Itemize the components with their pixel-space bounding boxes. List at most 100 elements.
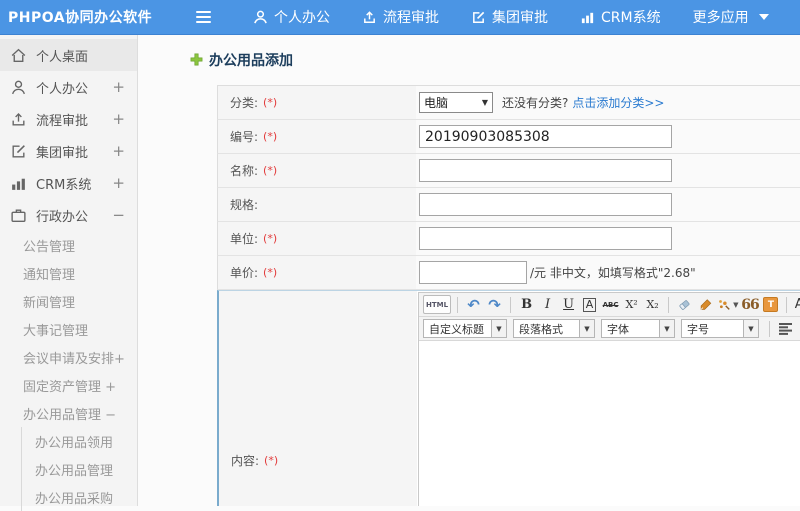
format-brush-icon[interactable] [696,295,715,314]
topnav-group-approval[interactable]: 集团审批 [471,7,548,27]
expand-toggle[interactable]: + [112,78,125,96]
home-icon [10,47,27,64]
app-logo: PHPOA协同办公软件 [8,7,160,27]
underline-button[interactable]: U [559,295,578,314]
sidebar-subsubitem-supplies-claim[interactable]: 办公用品领用 [22,427,137,455]
sidebar-subitem-meeting[interactable]: 会议申请及安排+ [0,343,137,371]
select-caret-icon: ▼ [482,98,488,107]
sidebar-item-label: 个人桌面 [36,46,125,65]
sidebar-item-crm[interactable]: CRM系统 + [0,167,137,199]
unit-label-cell: 单位: (*) [218,222,416,255]
editor-content-area[interactable] [419,341,800,506]
italic-button[interactable]: I [538,295,557,314]
category-select-value: 电脑 [424,94,448,111]
form-row-price: 单价: (*) /元 非中文，如填写格式"2.68" [217,256,800,290]
expand-toggle[interactable]: − [112,206,125,224]
number-input[interactable] [419,125,672,148]
bar-chart-icon [10,175,27,192]
spec-input[interactable] [419,193,672,216]
sidebar-subitem-events[interactable]: 大事记管理 [0,315,137,343]
category-value-cell: 电脑 ▼ 还没有分类? 点击添加分类>> [416,86,800,119]
redo-icon[interactable]: ↷ [485,295,504,314]
editor-toolbar-row1: HTML ↶ ↷ B I U A ABC X² X₂ [419,293,800,317]
topnav-crm[interactable]: CRM系统 [580,7,661,27]
subitem-label: 固定资产管理 + [23,376,116,395]
editor-toolbar-row2: 自定义标题 ▼ 段落格式 ▼ 字体 ▼ 字号 ▼ [419,317,800,341]
sidebar-subsubitem-supplies-manage[interactable]: 办公用品管理 [22,455,137,483]
paragraph-format-select[interactable]: 段落格式 ▼ [513,319,595,338]
select-caret-icon: ▼ [743,320,758,337]
form-row-content: 内容: (*) HTML ↶ ↷ B I U A [217,290,800,506]
category-select[interactable]: 电脑 ▼ [419,92,493,113]
custom-heading-select[interactable]: 自定义标题 ▼ [423,319,507,338]
eraser-icon[interactable] [675,295,694,314]
expand-toggle[interactable]: + [112,174,125,192]
sidebar-subitem-office-supplies[interactable]: 办公用品管理 − [0,399,137,427]
toolbar-separator [510,297,511,313]
price-input[interactable] [419,261,527,284]
sidebar-item-process-approval[interactable]: 流程审批 + [0,103,137,135]
subscript-button[interactable]: X₂ [643,295,662,314]
price-suffix: /元 非中文，如填写格式"2.68" [530,264,696,281]
font-family-select[interactable]: 字体 ▼ [601,319,675,338]
flow-icon [10,111,27,128]
name-label-cell: 名称: (*) [218,154,416,187]
bar-chart-icon [580,10,595,25]
topnav-process-approval[interactable]: 流程审批 [362,7,439,27]
number-value-cell [416,120,800,153]
select-caret-icon: ▼ [579,320,594,337]
html-source-button[interactable]: HTML [423,295,451,314]
briefcase-icon [10,207,27,224]
topnav-more-apps[interactable]: 更多应用 [693,7,769,27]
blockquote-button[interactable]: 66 [740,295,759,314]
field-label: 单位: [230,230,258,247]
toolbar-separator [786,297,787,313]
field-label: 名称: [230,162,258,179]
sidebar-item-personal-desktop[interactable]: 个人桌面 [0,39,137,71]
supplies-add-form: 分类: (*) 电脑 ▼ 还没有分类? 点击添加分类>> 编号: (*) [217,85,800,506]
sidebar-item-group-approval[interactable]: 集团审批 + [0,135,137,167]
font-color-button[interactable]: A ▼ [793,295,800,314]
toolbar-separator [457,297,458,313]
field-label: 分类: [230,94,258,111]
field-label: 单价: [230,264,258,281]
spray-color-icon[interactable]: ▼ [717,295,738,314]
strikethrough-button[interactable]: ABC [601,295,620,314]
topnav-personal-office[interactable]: 个人办公 [253,7,330,27]
sidebar-item-admin-office[interactable]: 行政办公 − [0,199,137,231]
unit-input[interactable] [419,227,672,250]
expand-toggle[interactable]: + [112,110,125,128]
paste-as-text-icon[interactable]: T [761,295,780,314]
spec-value-cell [416,188,800,221]
name-input[interactable] [419,159,672,182]
hamburger-menu-icon[interactable] [196,11,211,23]
select-caret-icon: ▼ [491,320,506,337]
sidebar-subitem-news[interactable]: 新闻管理 [0,287,137,315]
subitem-label: 公告管理 [23,236,75,255]
topnav-label: 集团审批 [492,7,548,27]
add-category-link[interactable]: 点击添加分类>> [572,94,664,111]
font-style-box-icon[interactable]: A [583,298,597,312]
align-left-icon[interactable] [776,319,795,338]
sidebar-item-personal-office[interactable]: 个人办公 + [0,71,137,103]
topnav-label: 更多应用 [693,7,749,27]
undo-icon[interactable]: ↶ [464,295,483,314]
font-size-select[interactable]: 字号 ▼ [681,319,759,338]
expand-toggle[interactable]: + [112,142,125,160]
sidebar-subsubitem-supplies-purchase[interactable]: 办公用品采购 [22,483,137,511]
required-mark: (*) [263,96,277,109]
number-label-cell: 编号: (*) [218,120,416,153]
sidebar: 个人桌面 个人办公 + 流程审批 + 集团审批 + CRM系统 + 行政办公 [0,35,138,506]
required-mark: (*) [263,164,277,177]
sidebar-subitem-notice[interactable]: 通知管理 [0,259,137,287]
category-label-cell: 分类: (*) [218,86,416,119]
flow-icon [362,10,377,25]
price-label-cell: 单价: (*) [218,256,416,289]
superscript-button[interactable]: X² [622,295,641,314]
sidebar-subitem-fixed-assets[interactable]: 固定资产管理 + [0,371,137,399]
office-supplies-submenu: 办公用品领用 办公用品管理 办公用品采购 [21,427,137,511]
bold-button[interactable]: B [517,295,536,314]
unit-value-cell [416,222,800,255]
sidebar-subitem-announcement[interactable]: 公告管理 [0,231,137,259]
field-label: 规格: [230,196,258,213]
